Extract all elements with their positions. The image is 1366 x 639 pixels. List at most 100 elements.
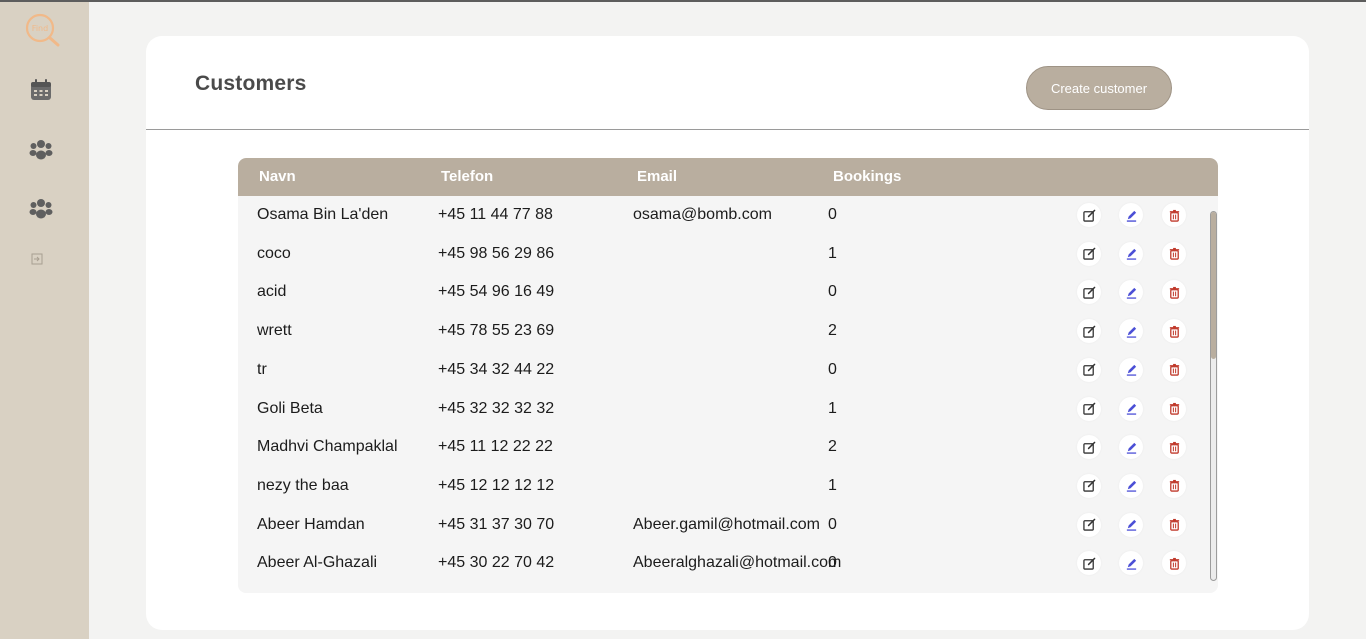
cell-name: wrett	[257, 322, 292, 340]
edit-button[interactable]	[1077, 280, 1101, 305]
cell-bookings: 0	[828, 554, 837, 572]
table-row[interactable]: Goli Beta +45 32 32 32 32 1	[238, 390, 1208, 429]
cell-phone: +45 11 44 77 88	[438, 206, 553, 223]
delete-button[interactable]	[1162, 435, 1186, 460]
edit-button[interactable]	[1077, 241, 1101, 266]
delete-button[interactable]	[1162, 512, 1186, 537]
table-row[interactable]: wrett +45 78 55 23 69 2	[238, 312, 1208, 351]
cell-name: Abeer Al-Ghazali	[257, 554, 378, 572]
pen-icon	[1125, 325, 1138, 338]
cell-name: Abeer Hamdan	[257, 515, 365, 533]
table-row[interactable]: Osama Bin La'den +45 11 44 77 88 osama@bom…	[238, 196, 1208, 235]
cell-email: Abeer.gamil@hotmail.com	[633, 515, 820, 533]
pen-icon	[1125, 363, 1138, 377]
group-icon-secondary[interactable]	[29, 196, 53, 220]
edit-button[interactable]	[1077, 203, 1101, 227]
cell-bookings: 2	[828, 438, 837, 456]
column-header-telefon: Telefon	[441, 168, 494, 185]
table-row[interactable]: tr +45 34 32 44 22 0	[238, 351, 1208, 390]
table-row[interactable]: coco +45 98 56 29 86 1	[238, 235, 1208, 274]
edit-icon	[1082, 286, 1096, 299]
cell-phone: +45 32 32 32 32	[438, 399, 555, 417]
cell-bookings: 0	[828, 515, 837, 533]
trash-icon	[1168, 209, 1181, 222]
column-header-email: Email	[637, 168, 678, 185]
delete-button[interactable]	[1162, 551, 1186, 576]
rename-button[interactable]	[1119, 203, 1143, 227]
edit-button[interactable]	[1077, 512, 1101, 537]
trash-icon	[1168, 479, 1181, 493]
edit-icon	[1082, 402, 1096, 415]
rename-button[interactable]	[1119, 357, 1143, 382]
customers-table: Navn Telefon Email Bookings Osama Bin La…	[238, 158, 1218, 593]
cell-name: Goli Beta	[257, 399, 323, 417]
cell-bookings: 0	[828, 206, 837, 223]
rename-button[interactable]	[1119, 319, 1143, 344]
pen-icon	[1125, 402, 1138, 415]
calendar-icon[interactable]	[29, 78, 53, 102]
edit-button[interactable]	[1077, 357, 1101, 382]
trash-icon	[1168, 402, 1181, 415]
delete-button[interactable]	[1162, 357, 1186, 382]
table-row[interactable]: Abeer Hamdan +45 31 37 30 70 Abeer.gamil@h…	[238, 506, 1208, 545]
edit-button[interactable]	[1077, 551, 1101, 576]
create-customer-button[interactable]: Create customer	[1026, 66, 1172, 110]
group-icon[interactable]	[29, 137, 53, 161]
delete-button[interactable]	[1162, 203, 1186, 227]
rename-button[interactable]	[1119, 396, 1143, 421]
table-row[interactable]: nezy the baa +45 12 12 12 12 1	[238, 467, 1208, 506]
pen-icon	[1125, 209, 1138, 222]
rename-button[interactable]	[1119, 512, 1143, 537]
pen-icon	[1125, 518, 1138, 531]
delete-button[interactable]	[1162, 280, 1186, 305]
pen-icon	[1125, 247, 1138, 260]
edit-button[interactable]	[1077, 473, 1101, 498]
delete-button[interactable]	[1162, 241, 1186, 266]
cell-name: Madhvi Champaklal	[257, 438, 398, 456]
logout-icon[interactable]	[31, 250, 43, 265]
edit-button[interactable]	[1077, 319, 1101, 344]
table-body: Osama Bin La'den +45 11 44 77 88 osama@bom…	[238, 196, 1218, 593]
table-scrollbar[interactable]	[1210, 211, 1217, 581]
scrollbar-thumb[interactable]	[1211, 212, 1216, 359]
cell-phone: +45 11 12 22 22	[438, 438, 553, 456]
column-header-bookings: Bookings	[833, 168, 902, 185]
table-row[interactable]: acid +45 54 96 16 49 0	[238, 273, 1208, 312]
delete-button[interactable]	[1162, 396, 1186, 421]
edit-icon	[1082, 518, 1096, 531]
cell-bookings: 1	[828, 244, 837, 262]
cell-phone: +45 98 56 29 86	[438, 244, 555, 262]
rename-button[interactable]	[1119, 551, 1143, 576]
cell-phone: +45 31 37 30 70	[438, 515, 555, 533]
edit-icon	[1082, 479, 1096, 493]
edit-icon	[1082, 441, 1096, 454]
cell-phone: +45 30 22 70 42	[438, 554, 555, 572]
edit-icon	[1082, 325, 1096, 338]
edit-icon	[1082, 363, 1096, 377]
table-row[interactable]: Madhvi Champaklal +45 11 12 22 22 2	[238, 428, 1208, 467]
pen-icon	[1125, 441, 1138, 454]
pen-icon	[1125, 479, 1138, 493]
cell-bookings: 2	[828, 322, 837, 340]
logo[interactable]: Find	[24, 12, 62, 50]
rename-button[interactable]	[1119, 241, 1143, 266]
table-row[interactable]: Abeer Al-Ghazali +45 30 22 70 42 Abeeralgh…	[238, 544, 1208, 583]
rename-button[interactable]	[1119, 280, 1143, 305]
trash-icon	[1168, 441, 1181, 454]
trash-icon	[1168, 557, 1181, 570]
cell-phone: +45 12 12 12 12	[438, 476, 555, 494]
pen-icon	[1125, 557, 1138, 570]
cell-name: acid	[257, 283, 287, 301]
delete-button[interactable]	[1162, 473, 1186, 498]
rename-button[interactable]	[1119, 435, 1143, 460]
rename-button[interactable]	[1119, 473, 1143, 498]
cell-email: osama@bomb.com	[633, 206, 772, 223]
edit-icon	[1082, 557, 1096, 570]
delete-button[interactable]	[1162, 319, 1186, 344]
trash-icon	[1168, 518, 1181, 531]
cell-email: Abeeralghazali@hotmail.com	[633, 554, 842, 572]
trash-icon	[1168, 247, 1181, 260]
edit-button[interactable]	[1077, 435, 1101, 460]
cell-phone: +45 78 55 23 69	[438, 322, 555, 340]
edit-button[interactable]	[1077, 396, 1101, 421]
